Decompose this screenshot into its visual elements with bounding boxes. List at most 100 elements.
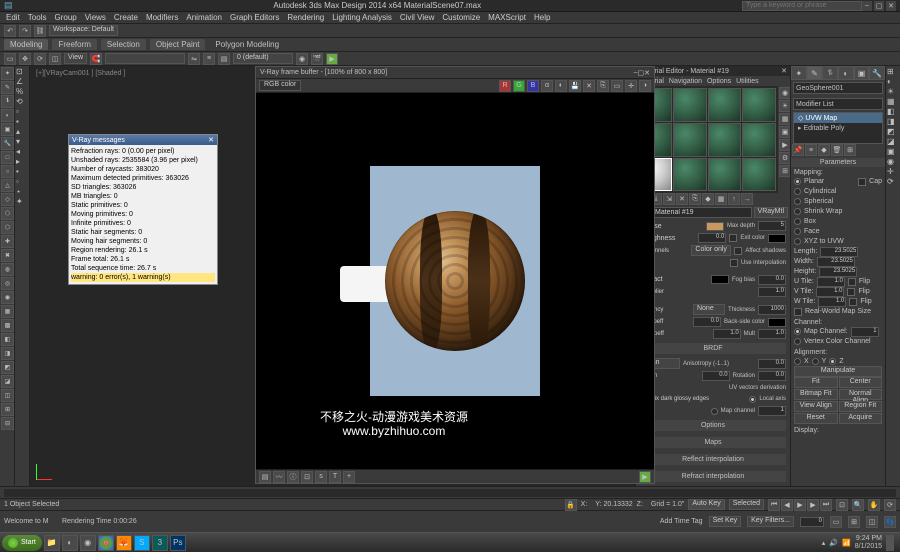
mat-assign-icon[interactable]: ⇲ bbox=[663, 193, 675, 205]
vcc-radio[interactable] bbox=[794, 338, 801, 345]
utile-spinner[interactable]: 1.0 bbox=[817, 277, 845, 287]
ribbon-tab-selection[interactable]: Selection bbox=[101, 39, 146, 50]
vfb-channel-dropdown[interactable]: RGB color bbox=[259, 80, 301, 91]
timeline-slider[interactable] bbox=[0, 486, 900, 498]
mapping-shrink[interactable] bbox=[794, 208, 801, 215]
mat-make-unique-icon[interactable]: ◆ bbox=[702, 193, 714, 205]
motion-icon[interactable]: ◐ bbox=[1, 109, 14, 122]
lt-f[interactable]: ▸ bbox=[16, 157, 28, 166]
vfb-save-icon[interactable]: 💾 bbox=[569, 80, 581, 92]
vfb-g-icon[interactable]: G bbox=[513, 80, 525, 92]
rt-f[interactable]: ◉ bbox=[887, 157, 899, 166]
tool-n[interactable]: ◧ bbox=[1, 333, 14, 346]
vfb-cc-icon[interactable]: ◑ bbox=[639, 80, 651, 92]
tool-f[interactable]: ⬡ bbox=[1, 221, 14, 234]
autokey-button[interactable]: Auto Key bbox=[688, 499, 724, 510]
hierarchy-icon[interactable]: ⥮ bbox=[1, 95, 14, 108]
mat-slot[interactable] bbox=[673, 123, 707, 157]
vfb-render-area[interactable] bbox=[256, 93, 654, 469]
ribbon-tab-objectpaint[interactable]: Object Paint bbox=[150, 39, 206, 50]
vfb-close-button[interactable]: ✕ bbox=[644, 69, 650, 77]
named-selection[interactable] bbox=[105, 53, 185, 64]
unique-icon[interactable]: ◆ bbox=[818, 144, 830, 156]
vp-min-icon[interactable]: ▭ bbox=[830, 516, 842, 528]
play-icon[interactable]: ▶ bbox=[794, 499, 806, 511]
vfb-stamp-icon[interactable]: T bbox=[329, 471, 341, 483]
tray-volume-icon[interactable]: 📶 bbox=[842, 539, 851, 547]
menu-help[interactable]: Help bbox=[534, 13, 550, 22]
tool-g[interactable]: ✚ bbox=[1, 235, 14, 248]
task-explorer-icon[interactable]: 📁 bbox=[44, 535, 60, 551]
vfb-pixel-icon[interactable]: ⊡ bbox=[301, 471, 313, 483]
rotation-spinner[interactable]: 0.0 bbox=[758, 371, 786, 381]
tool-r[interactable]: ◫ bbox=[1, 389, 14, 402]
lt-i[interactable]: ⋆ bbox=[16, 187, 28, 196]
map-channel-spinner[interactable]: 1 bbox=[758, 406, 786, 416]
rt-g[interactable]: ✛ bbox=[887, 167, 899, 176]
render-setup-button[interactable]: 🎬 bbox=[311, 53, 323, 65]
fit-button[interactable]: Fit bbox=[794, 377, 838, 388]
scatter-spinner[interactable]: 0.0 bbox=[693, 317, 721, 327]
align-y[interactable] bbox=[812, 358, 819, 365]
ribbon-sub[interactable]: Polygon Modeling bbox=[215, 40, 279, 49]
current-frame-spinner[interactable]: 0 bbox=[800, 517, 824, 527]
tool-o[interactable]: ◨ bbox=[1, 347, 14, 360]
refr-interp-header[interactable]: Refract interpolation bbox=[640, 471, 786, 482]
vfb-curve-icon[interactable]: 〰 bbox=[273, 471, 285, 483]
mat-goto-sibling-icon[interactable]: → bbox=[741, 193, 753, 205]
local-axis-radio[interactable] bbox=[749, 396, 756, 403]
acquire-button[interactable]: Acquire bbox=[839, 413, 883, 424]
maximize-button[interactable]: ▢ bbox=[874, 1, 884, 11]
layer-dropdown[interactable]: 0 (default) bbox=[233, 53, 293, 64]
material-editor-panel[interactable]: Material Editor - Material #19 ✕ Materia… bbox=[635, 66, 790, 486]
mat-slot[interactable] bbox=[708, 158, 742, 192]
vp-light-icon[interactable]: ☀ bbox=[887, 87, 899, 96]
cmd-tab-hierarchy[interactable]: ⥮ bbox=[822, 66, 838, 80]
vfb-mono-icon[interactable]: ◐ bbox=[555, 80, 567, 92]
max-depth-spinner[interactable]: 5 bbox=[758, 221, 786, 231]
modifier-list-dropdown[interactable]: Modifier List bbox=[793, 98, 883, 110]
translucency-sel[interactable]: None bbox=[693, 304, 725, 315]
mirror-button[interactable]: ⇋ bbox=[188, 53, 200, 65]
cmd-tab-utilities[interactable]: 🔧 bbox=[869, 66, 885, 80]
mat-reset-icon[interactable]: ✕ bbox=[676, 193, 688, 205]
menu-modifiers[interactable]: Modifiers bbox=[146, 13, 178, 22]
mapping-face[interactable] bbox=[794, 228, 801, 235]
viewalign-button[interactable]: View Align bbox=[794, 401, 838, 412]
menu-graph-editors[interactable]: Graph Editors bbox=[230, 13, 279, 22]
setkey-button[interactable]: Set Key bbox=[709, 516, 742, 527]
affect-channels-sel[interactable]: Color only bbox=[691, 245, 731, 256]
align-x[interactable] bbox=[794, 358, 801, 365]
affect-shadows-check[interactable] bbox=[734, 247, 742, 255]
angle-snap-icon[interactable]: ∠ bbox=[16, 77, 28, 86]
tool-m[interactable]: ▩ bbox=[1, 319, 14, 332]
fog-bias-spinner[interactable]: 0.0 bbox=[758, 275, 786, 285]
undo-button[interactable]: ↶ bbox=[4, 25, 16, 37]
lightmult-spinner[interactable]: 1.0 bbox=[758, 329, 786, 339]
rotate-button[interactable]: ⟳ bbox=[34, 53, 46, 65]
wflip-check[interactable] bbox=[849, 298, 857, 306]
menu-civil-view[interactable]: Civil View bbox=[400, 13, 435, 22]
width-spinner[interactable]: 23.5025 bbox=[817, 257, 855, 267]
height-spinner[interactable]: 23.5025 bbox=[819, 267, 857, 277]
mat-editor-button[interactable]: ◉ bbox=[296, 53, 308, 65]
menu-animation[interactable]: Animation bbox=[186, 13, 222, 22]
orbit-icon[interactable]: ⟳ bbox=[884, 499, 896, 511]
zoom-icon[interactable]: 🔍 bbox=[852, 499, 864, 511]
menu-lighting[interactable]: Lighting Analysis bbox=[332, 13, 392, 22]
menu-edit[interactable]: Edit bbox=[6, 13, 20, 22]
vp-field-icon[interactable]: ◫ bbox=[866, 516, 878, 528]
snap-button[interactable]: 🧲 bbox=[90, 53, 102, 65]
rt-b[interactable]: ◨ bbox=[887, 117, 899, 126]
create-panel-icon[interactable]: ✦ bbox=[1, 67, 14, 80]
mat-slot[interactable] bbox=[742, 88, 776, 122]
lt-b[interactable]: ▪ bbox=[16, 117, 28, 126]
tray-arrow-icon[interactable]: ▴ bbox=[822, 539, 826, 547]
ribbon-tab-freeform[interactable]: Freeform bbox=[52, 39, 96, 50]
vray-frame-buffer-window[interactable]: V-Ray frame buffer - [100% of 800 x 800]… bbox=[255, 66, 655, 484]
fwdbck-spinner[interactable]: 1.0 bbox=[713, 329, 741, 339]
mapping-cyl[interactable] bbox=[794, 188, 801, 195]
tool-d[interactable]: ◇ bbox=[1, 193, 14, 206]
tool-q[interactable]: ◪ bbox=[1, 375, 14, 388]
lt-g[interactable]: • bbox=[16, 167, 28, 176]
